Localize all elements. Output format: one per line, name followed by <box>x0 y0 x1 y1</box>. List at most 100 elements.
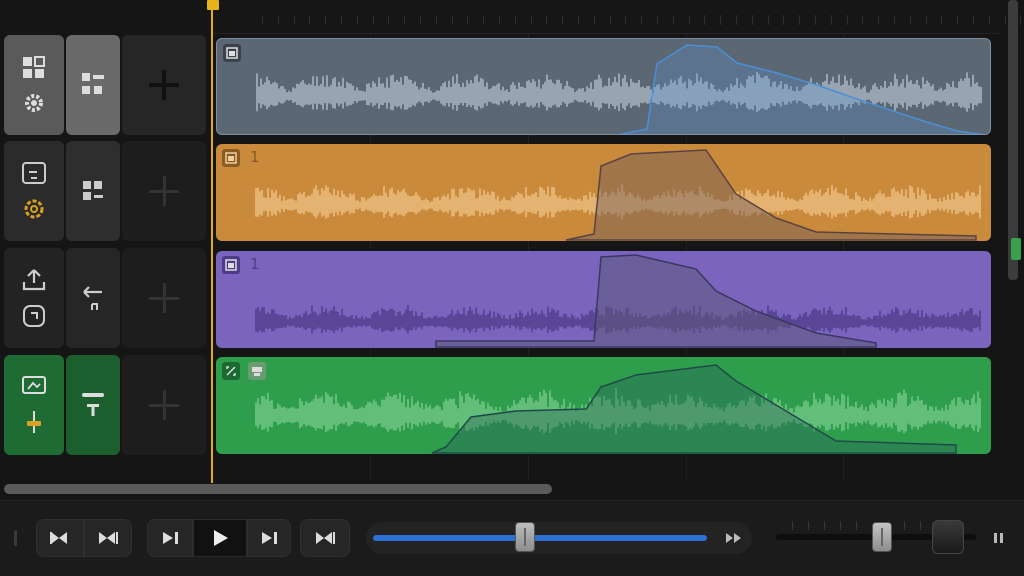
text-t-icon <box>82 393 104 416</box>
volume-tick <box>856 521 857 530</box>
add-plus-icon <box>149 390 179 420</box>
ruler-tick <box>641 15 643 25</box>
step-end-button[interactable] <box>247 519 291 557</box>
step-end-icon <box>262 532 277 544</box>
track-1-tools-button[interactable] <box>4 35 64 135</box>
master-knob[interactable] <box>932 520 964 554</box>
add-plus-icon <box>149 70 179 100</box>
ruler-tick <box>514 15 516 25</box>
track-1-modules-button[interactable] <box>66 35 120 135</box>
ruler-tick <box>704 15 706 25</box>
module-grid-icon <box>82 73 104 94</box>
skip-forward-icon <box>316 532 335 544</box>
monitor-icon <box>22 376 46 394</box>
track-2-add-button[interactable] <box>122 141 206 241</box>
ruler-tick <box>420 15 421 25</box>
skip-forward-button[interactable] <box>300 519 350 557</box>
fader-icon <box>27 411 41 433</box>
ruler-tick <box>530 15 532 25</box>
ruler-tick <box>467 15 469 25</box>
automation-envelope[interactable] <box>435 254 877 348</box>
ruler-tick <box>720 15 722 25</box>
ruler-tick <box>862 15 864 25</box>
note-frame-icon <box>22 162 46 184</box>
track-2-modules-button[interactable] <box>66 141 120 241</box>
timeline-ruler[interactable] <box>210 0 1022 34</box>
ruler-tick <box>341 15 342 25</box>
track-4-tools-button[interactable] <box>4 355 64 455</box>
step-forward-button[interactable] <box>147 519 193 557</box>
ruler-tick <box>846 15 848 25</box>
volume-slider-thumb[interactable] <box>872 522 892 552</box>
ruler-tick <box>988 15 990 25</box>
track-4-add-button[interactable] <box>122 355 206 455</box>
ruler-tick <box>562 15 564 25</box>
pause-icon[interactable] <box>993 531 1005 545</box>
ruler-tick <box>672 15 674 25</box>
ruler-tick <box>483 15 485 25</box>
ruler-tick <box>609 15 611 25</box>
ruler-tick <box>404 15 406 25</box>
position-slider-thumb[interactable] <box>515 522 535 552</box>
playhead-handle[interactable] <box>207 0 219 10</box>
ruler-tick <box>783 15 785 25</box>
ruler-tick <box>941 15 943 25</box>
ruler-tick <box>262 15 263 25</box>
ruler-tick <box>909 15 911 25</box>
ruler-tick <box>388 15 390 25</box>
gear-icon <box>25 94 43 112</box>
ruler-tick <box>894 15 895 25</box>
ruler-tick <box>277 15 279 25</box>
volume-tick <box>808 521 809 530</box>
track-4-modules-button[interactable] <box>66 355 120 455</box>
ruler-tick <box>751 15 753 25</box>
loop-icon <box>23 305 45 327</box>
track-3-modules-button[interactable] <box>66 248 120 348</box>
track-1-add-button[interactable] <box>122 35 206 135</box>
region-number: 1 <box>250 148 260 166</box>
audio-region-track-4[interactable] <box>216 357 991 454</box>
region-type-icon <box>222 149 240 167</box>
volume-tick <box>792 521 793 530</box>
play-button[interactable] <box>193 519 247 557</box>
upload-icon <box>22 269 46 291</box>
region-clip-icon <box>248 362 266 380</box>
ruler-tick <box>799 15 801 25</box>
horizontal-scroll-thumb[interactable] <box>4 484 552 494</box>
track-header-3 <box>4 248 206 348</box>
track-3-add-button[interactable] <box>122 248 206 348</box>
ruler-tick <box>625 15 627 25</box>
ruler-tick <box>767 15 769 25</box>
ruler-tick <box>688 15 690 25</box>
volume-tick <box>840 521 841 530</box>
audio-region-track-2[interactable]: 1 <box>216 144 991 241</box>
track-3-tools-button[interactable] <box>4 248 64 348</box>
settings-cog-icon <box>24 199 44 219</box>
ruler-tick <box>356 15 358 25</box>
skip-back-button[interactable] <box>84 519 132 557</box>
ruler-tick <box>1004 15 1006 25</box>
ruler-tick <box>657 15 658 25</box>
module-grid-icon <box>83 181 103 200</box>
add-plus-icon <box>149 176 179 206</box>
region-type-icon <box>223 44 241 62</box>
ruler-tick <box>325 15 327 25</box>
ruler-tick <box>293 15 295 25</box>
ruler-tick <box>593 15 595 25</box>
region-type-icon <box>222 362 240 380</box>
audio-region-track-3[interactable]: 1 <box>216 251 991 348</box>
track-2-tools-button[interactable] <box>4 141 64 241</box>
ruler-tick <box>830 15 832 25</box>
ruler-tick <box>451 15 453 25</box>
waveform <box>255 364 981 454</box>
position-slider-fill <box>373 535 707 541</box>
fast-forward-icon[interactable] <box>724 530 744 546</box>
audio-region-track-1[interactable] <box>216 38 991 135</box>
ruler-tick <box>1020 15 1022 25</box>
playhead-line <box>211 8 213 483</box>
region-type-icon <box>222 256 240 274</box>
volume-tick <box>824 521 825 530</box>
ruler-tick <box>372 15 374 25</box>
panel-resize-handle[interactable] <box>14 530 17 546</box>
rewind-button[interactable] <box>36 519 84 557</box>
